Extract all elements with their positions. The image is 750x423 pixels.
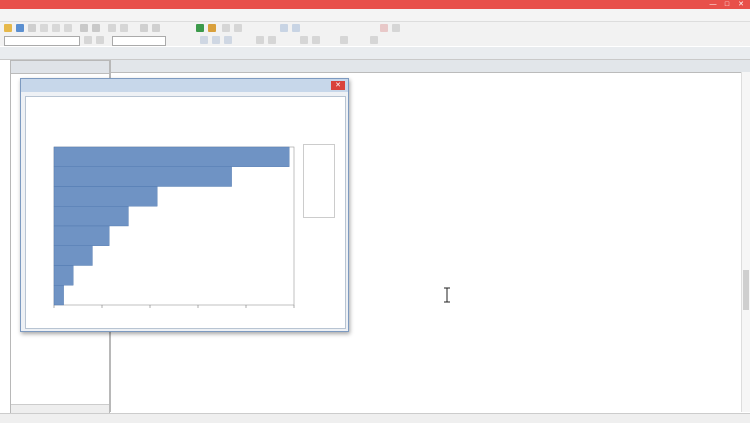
bar[interactable]	[53, 245, 93, 266]
delete-icon[interactable]	[152, 24, 160, 32]
size-select[interactable]	[112, 36, 166, 46]
font-select[interactable]	[4, 36, 80, 46]
sort-icon[interactable]	[340, 36, 348, 44]
align-center-icon[interactable]	[212, 36, 220, 44]
close-button[interactable]: ✕	[734, 0, 748, 9]
insert-icon[interactable]	[140, 24, 148, 32]
graph-icon[interactable]	[280, 24, 288, 32]
edit-icon[interactable]	[380, 24, 388, 32]
bold-icon[interactable]	[84, 36, 92, 44]
hide-icon[interactable]	[370, 36, 378, 44]
viewer-header	[111, 60, 750, 73]
undo-icon[interactable]	[80, 24, 88, 32]
copy-icon[interactable]	[52, 24, 60, 32]
table-icon[interactable]	[222, 24, 230, 32]
maximize-button[interactable]: □	[720, 0, 734, 9]
indent-icon[interactable]	[256, 36, 264, 44]
viewer-vertical-scrollbar[interactable]	[741, 72, 750, 412]
align-left-icon[interactable]	[200, 36, 208, 44]
outdent-icon[interactable]	[268, 36, 276, 44]
outline-header	[11, 61, 109, 74]
save-icon[interactable]	[16, 24, 24, 32]
bar[interactable]	[53, 285, 64, 306]
pane-strip	[0, 47, 750, 60]
cut-icon[interactable]	[40, 24, 48, 32]
scrollbar-thumb[interactable]	[743, 270, 749, 310]
bar[interactable]	[53, 225, 110, 246]
dialog-title-bar: ✕	[21, 79, 348, 92]
stats-icon[interactable]	[234, 24, 242, 32]
italic-icon[interactable]	[96, 36, 104, 44]
bar[interactable]	[53, 146, 290, 167]
print-icon[interactable]	[28, 24, 36, 32]
secondary-toolbar	[0, 34, 750, 46]
open-icon[interactable]	[4, 24, 12, 32]
chart-editor-dialog[interactable]: ✕	[20, 78, 349, 332]
paste-icon[interactable]	[64, 24, 72, 32]
minimize-button[interactable]: —	[706, 0, 720, 9]
redo-icon[interactable]	[92, 24, 100, 32]
zoom-icon[interactable]	[120, 24, 128, 32]
bar[interactable]	[53, 166, 232, 187]
chart-canvas[interactable]	[25, 96, 346, 329]
align-right-icon[interactable]	[224, 36, 232, 44]
layout-icon[interactable]	[292, 24, 300, 32]
format-icon[interactable]	[392, 24, 400, 32]
bar-chart[interactable]	[26, 97, 345, 328]
find-icon[interactable]	[108, 24, 116, 32]
bar[interactable]	[53, 206, 129, 227]
window-title-bar: — □ ✕	[0, 0, 750, 9]
bar[interactable]	[53, 186, 158, 207]
dialog-close-button[interactable]: ✕	[331, 81, 345, 90]
outline-horizontal-scrollbar[interactable]	[11, 404, 109, 413]
run-icon[interactable]	[196, 24, 204, 32]
chart-legend[interactable]	[303, 144, 335, 218]
pivot-icon[interactable]	[300, 36, 308, 44]
i-beam-cursor-icon	[444, 287, 450, 303]
main-toolbar	[0, 22, 750, 34]
bar[interactable]	[53, 265, 74, 286]
chart-icon[interactable]	[208, 24, 216, 32]
filter-icon[interactable]	[312, 36, 320, 44]
menu-bar	[0, 9, 750, 22]
